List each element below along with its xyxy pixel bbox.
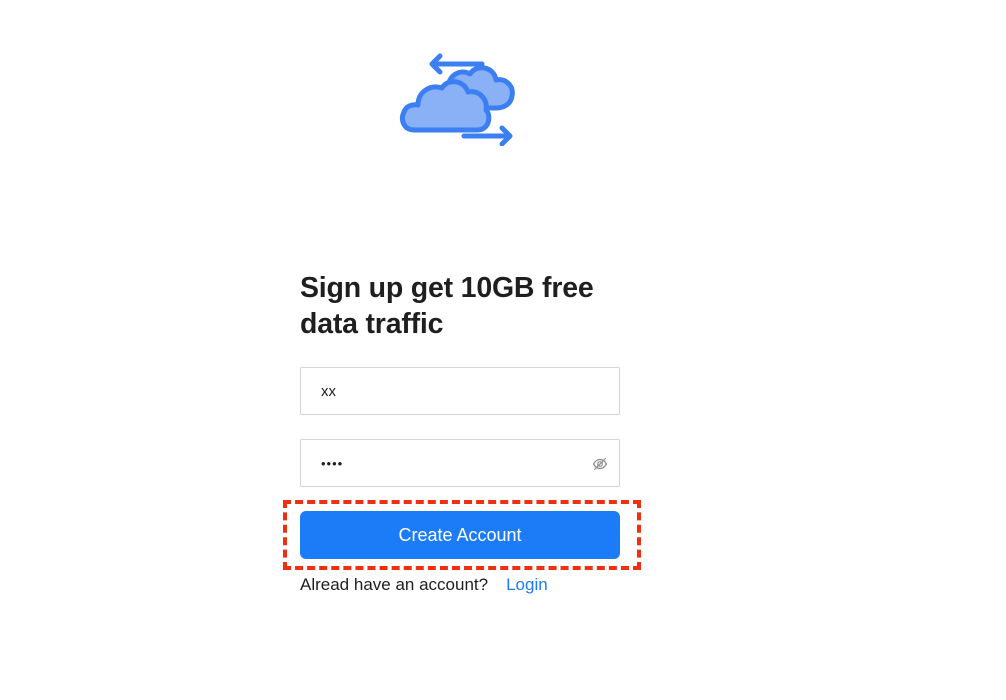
existing-account-text: Alread have an account? [300,575,489,594]
username-input[interactable] [301,368,619,414]
login-prompt: Alread have an account? Login [300,574,548,596]
eye-slash-icon[interactable] [592,456,608,472]
username-field[interactable] [300,367,620,415]
password-input[interactable] [301,440,619,486]
password-field[interactable] [300,439,620,487]
login-link[interactable]: Login [506,575,548,594]
create-account-button[interactable]: Create Account [300,511,620,559]
cloud-sync-logo-icon [398,52,522,146]
signup-form: Sign up get 10GB free data traffic [300,270,620,342]
page-title: Sign up get 10GB free data traffic [300,272,594,340]
